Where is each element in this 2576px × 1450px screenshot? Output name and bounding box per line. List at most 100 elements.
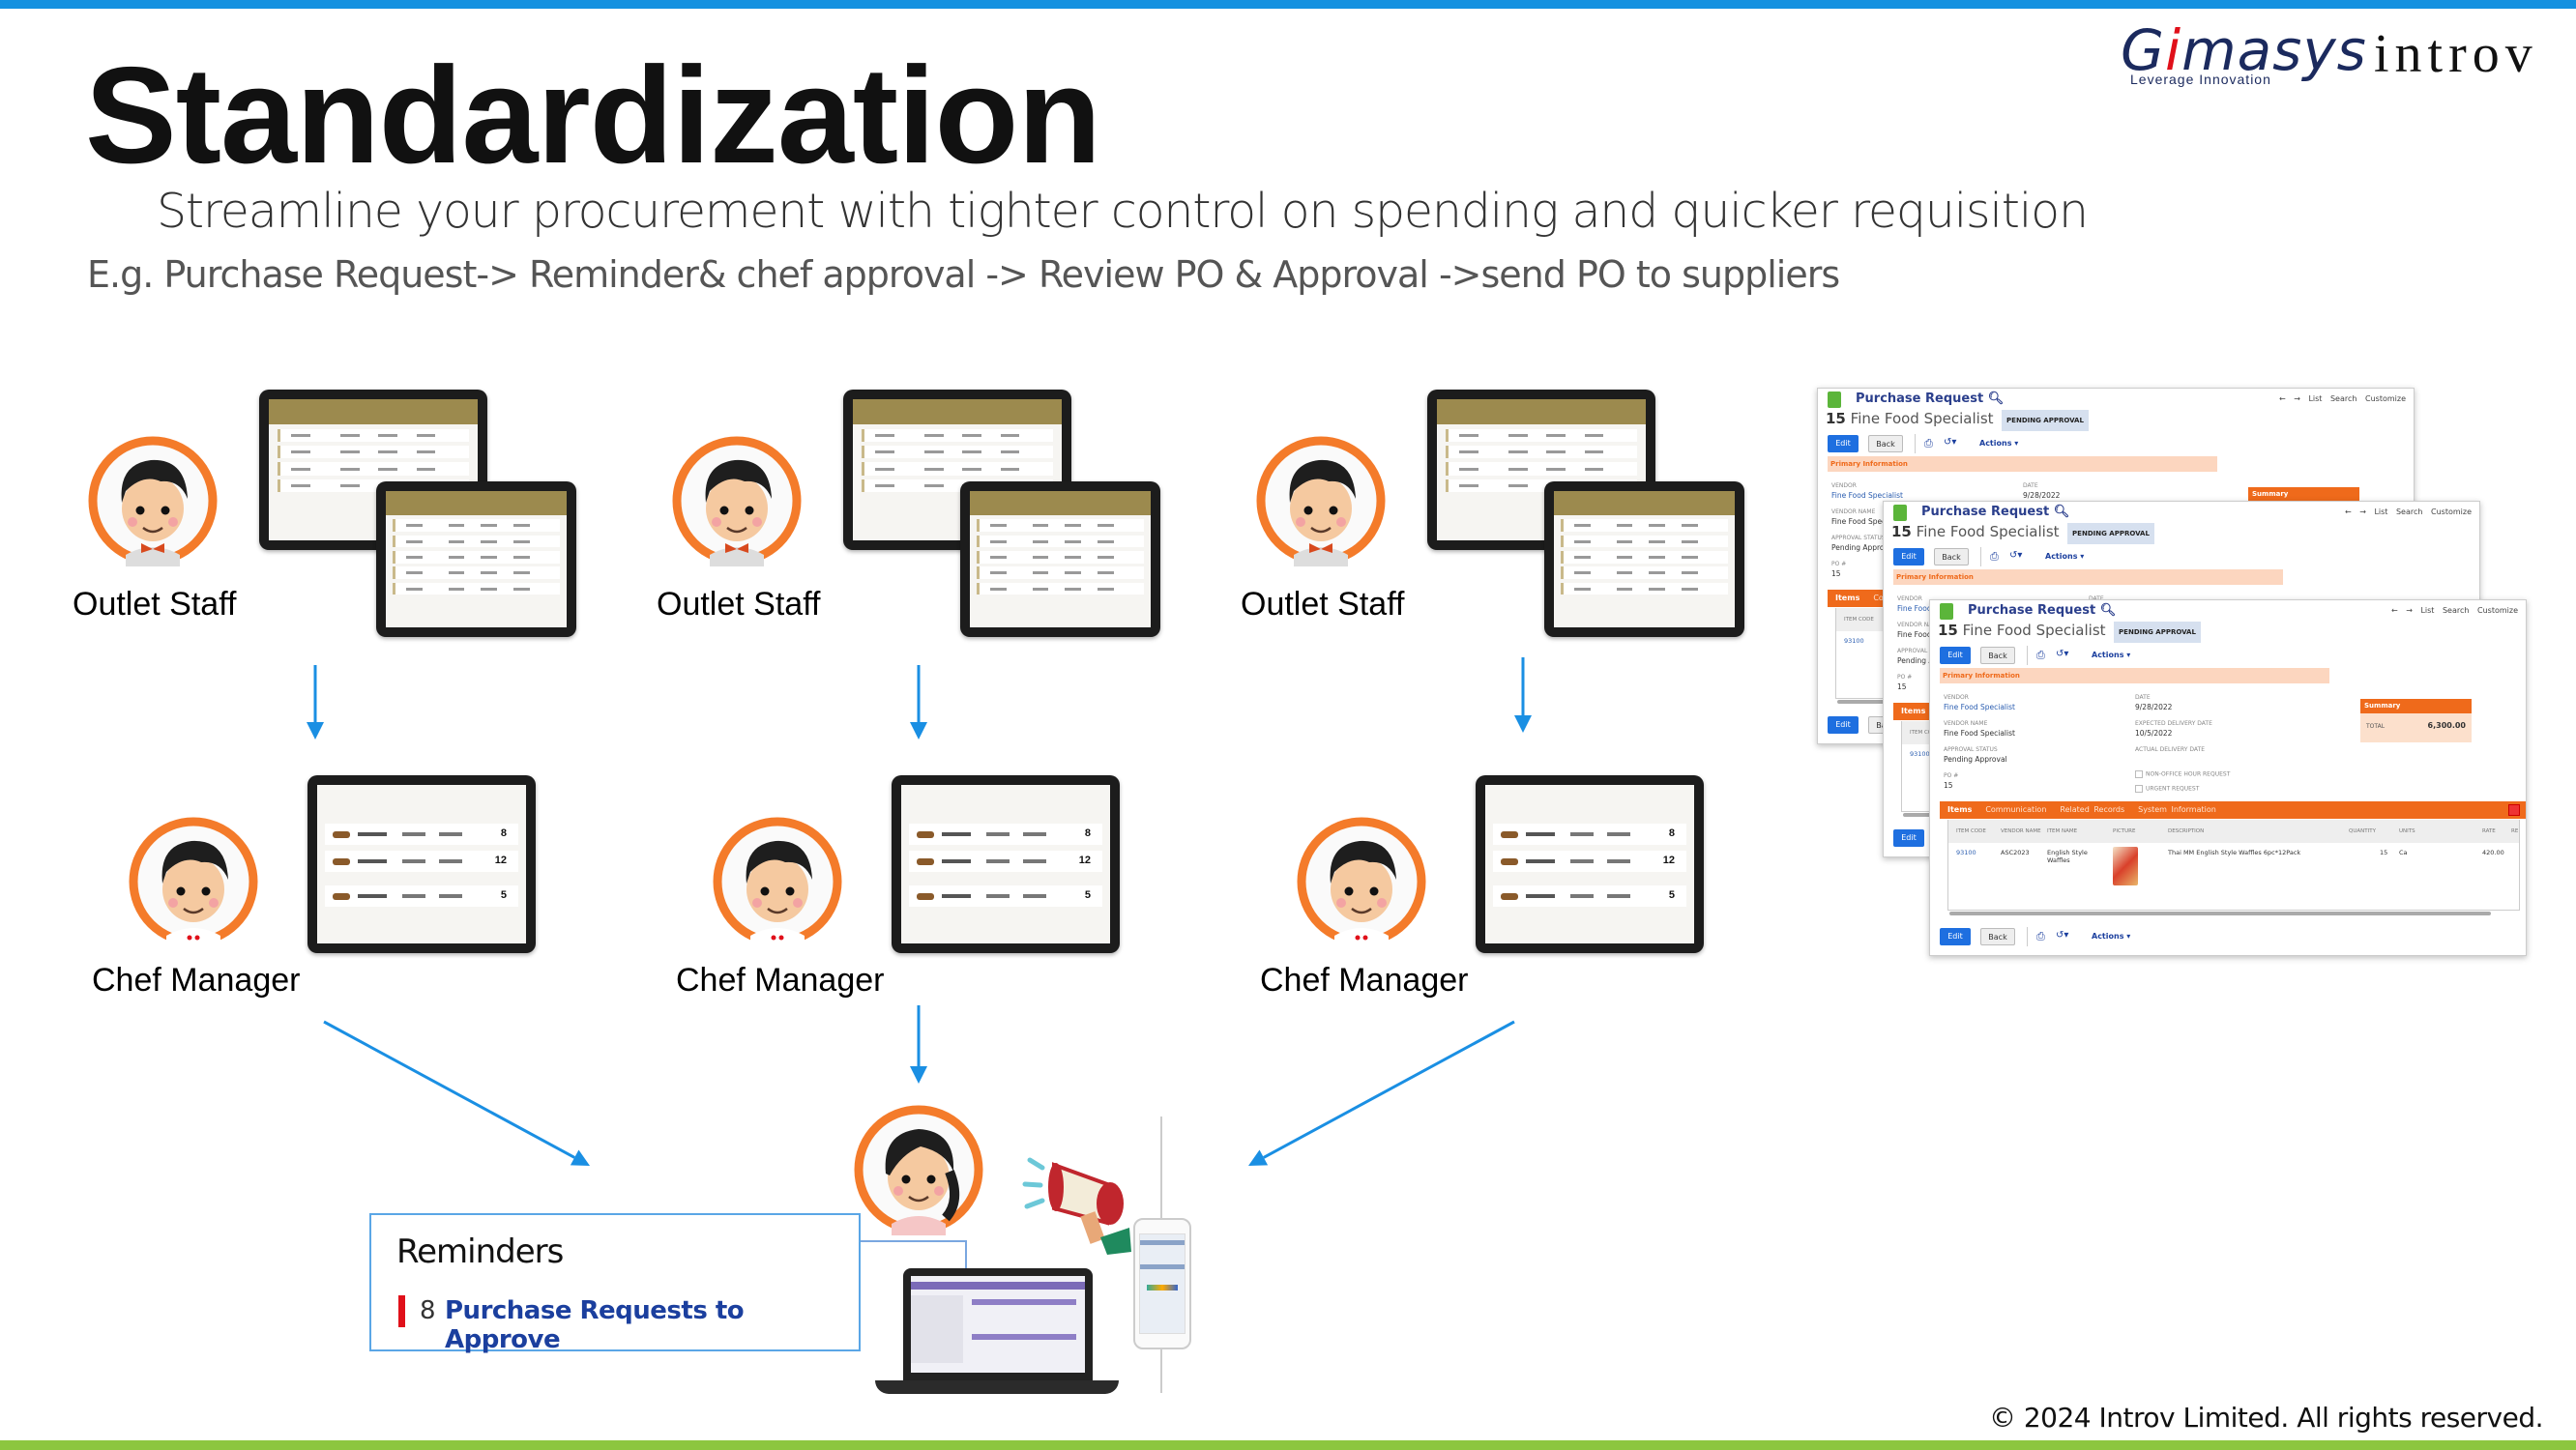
flow-arrow [323,1020,590,1166]
pr-record-title: 15 Fine Food Specialist [1938,622,2106,639]
non-office-hour-checkbox[interactable]: NON-OFFICE HOUR REQUEST [2135,770,2230,778]
laptop-image [903,1268,1093,1380]
item-code-link[interactable]: 93100 [1910,750,1930,758]
purchaser-avatar [853,1104,984,1240]
edit-button[interactable]: Edit [1893,829,1924,847]
copyright: © 2024 Introv Limited. All rights reserv… [1988,1402,2544,1434]
urgent-request-checkbox[interactable]: URGENT REQUEST [2135,785,2199,793]
flow-arrow [910,665,927,740]
edit-button[interactable]: Edit [1828,435,1859,452]
description-cell: Thai MM English Style Waffles 6pc*12Pack [2168,849,2301,856]
forward-arrow-icon[interactable]: → [2294,394,2300,403]
field-label: PO # [1944,772,1959,779]
search-link[interactable]: Search [2443,606,2469,615]
phone-image [1133,1218,1191,1349]
forward-arrow-icon[interactable]: → [2359,508,2366,516]
column-header: PICTURE [2113,828,2136,834]
expand-icon[interactable] [2508,804,2520,816]
edit-button[interactable]: Edit [1828,716,1859,734]
toolbar-divider [2027,927,2028,946]
list-link[interactable]: List [2308,394,2322,403]
pr-title: Purchase Request 🔍︎ [1921,505,2070,519]
flow-arrow [910,1005,927,1084]
edit-button[interactable]: Edit [1893,548,1924,566]
list-link[interactable]: List [2420,606,2434,615]
status-badge: PENDING APPROVAL [2114,622,2201,643]
tab-2[interactable]: Related Records [2060,805,2124,814]
search-link[interactable]: Search [2330,394,2356,403]
tab-3[interactable]: System Information [2138,805,2216,814]
document-icon [1940,603,1953,620]
tab-0[interactable]: Items [1947,805,1972,814]
column-header: QUANTITY [2349,828,2376,834]
back-button[interactable]: Back [1980,647,2015,664]
status-badge: PENDING APPROVAL [2002,410,2089,431]
tab-1[interactable]: Communication [1985,805,2046,814]
export-icon[interactable]: ↺▾ [2009,550,2022,561]
actions-menu[interactable]: Actions ▾ [2092,932,2130,941]
print-icon[interactable]: ⎙ [1990,550,1999,564]
vendor-link[interactable]: Fine Food Specialist [1944,703,2015,711]
pr-nav: ← → List Search Customize [2345,508,2472,516]
column-header: DESCRIPTION [2168,828,2205,834]
tab-0[interactable]: Items [1901,707,1925,715]
export-icon[interactable]: ↺▾ [2056,649,2068,659]
search-icon[interactable]: 🔍︎ [2100,603,2117,618]
field-label: VENDOR [1831,482,1857,489]
back-arrow-icon[interactable]: ← [2279,394,2286,403]
back-button[interactable]: Back [1980,928,2015,945]
summary-title: Summary [2248,487,2359,502]
reminder-count: 8 [420,1296,436,1325]
document-icon [1893,505,1907,521]
back-button[interactable]: Back [1868,435,1903,452]
column-header: ITEM NAME [2047,828,2078,834]
search-link[interactable]: Search [2396,508,2422,516]
field-label: VENDOR [1897,595,1922,602]
field-label: PO # [1831,561,1847,567]
back-button[interactable]: Back [1934,548,1969,566]
print-icon[interactable]: ⎙ [2036,649,2045,662]
search-icon[interactable]: 🔍︎ [1988,392,2005,406]
toolbar-divider [1980,547,1981,566]
export-icon[interactable]: ↺▾ [2056,930,2068,941]
edit-button[interactable]: Edit [1940,647,1971,664]
table-header: ITEM CODE VENDOR NAME ITEM NAME PICTURE DESC… [1948,820,2519,843]
flow-arrow [307,665,324,740]
print-icon[interactable]: ⎙ [2036,930,2045,943]
customize-link[interactable]: Customize [2365,394,2406,403]
print-icon[interactable]: ⎙ [1924,437,1933,450]
pr-title: Purchase Request 🔍︎ [1968,603,2117,618]
vendor-link[interactable]: Fine Food Specialist [1831,491,1903,500]
field-label: VENDOR NAME [1831,508,1876,515]
purchase-requests-to-approve-link[interactable]: Purchase Requests to Approve [445,1296,859,1354]
item-code-link[interactable]: 93100 [1844,637,1864,645]
flow-arrow [1514,657,1532,733]
tab-0[interactable]: Items [1835,594,1859,602]
item-code-link[interactable]: 93100 [1956,849,1976,856]
back-arrow-icon[interactable]: ← [2391,606,2398,615]
po-value: 15 [1897,682,1907,691]
section-primary-information: Primary Information [1940,668,2329,683]
table-row: 93100 ASC2023 English Style Waffles Thai… [1948,845,2519,903]
actions-menu[interactable]: Actions ▾ [1979,439,2018,448]
column-header: UNITS [2399,828,2415,834]
reminder-flag [398,1295,405,1327]
list-link[interactable]: List [2374,508,2387,516]
pr-record-title: 15 Fine Food Specialist [1826,410,1994,427]
date-value: 9/28/2022 [2135,703,2173,711]
actions-menu[interactable]: Actions ▾ [2092,651,2130,659]
column-header: RATE [2482,828,2496,834]
edit-button[interactable]: Edit [1940,928,1971,945]
horizontal-scrollbar[interactable] [1949,912,2491,915]
rate-cell: 420.00 [2482,849,2504,856]
back-arrow-icon[interactable]: ← [2345,508,2352,516]
export-icon[interactable]: ↺▾ [1944,437,1956,448]
actions-menu[interactable]: Actions ▾ [2045,552,2084,561]
search-icon[interactable]: 🔍︎ [2054,505,2070,519]
purchase-request-panel: Purchase Request 🔍︎ ← → List Search Cust… [1929,599,2527,956]
units-cell: Ca [2399,849,2408,856]
customize-link[interactable]: Customize [2431,508,2472,516]
forward-arrow-icon[interactable]: → [2406,606,2413,615]
section-primary-information: Primary Information [1893,569,2283,585]
customize-link[interactable]: Customize [2477,606,2518,615]
